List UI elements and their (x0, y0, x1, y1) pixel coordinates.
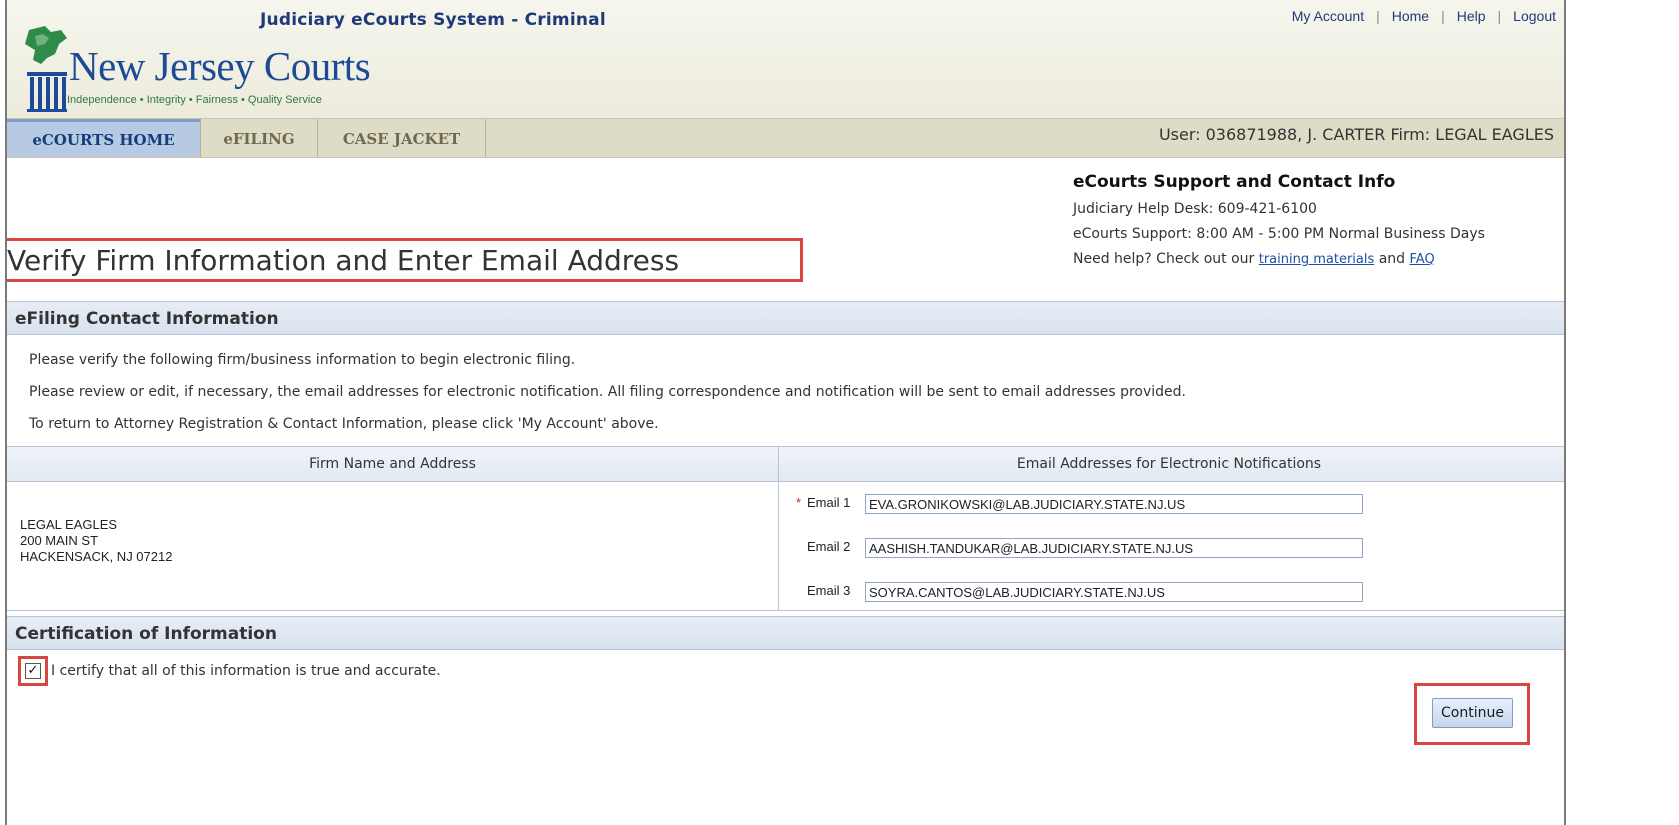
help-link[interactable]: Help (1457, 8, 1486, 24)
tab-ecourts-home[interactable]: eCOURTS HOME (7, 119, 201, 157)
column-header-firm: Firm Name and Address (309, 456, 476, 472)
instruction-line: Please verify the following firm/busines… (29, 352, 576, 368)
required-marker: * (795, 495, 801, 511)
certification-heading: Certification of Information (7, 616, 1564, 650)
help-line: Need help? Check out our training materi… (1073, 251, 1435, 267)
page-title: Verify Firm Information and Enter Email … (7, 238, 803, 282)
column-header-emails: Email Addresses for Electronic Notificat… (1016, 456, 1322, 472)
certify-checkbox[interactable]: ✓ (25, 663, 41, 679)
tab-case-jacket[interactable]: CASE JACKET (318, 119, 486, 157)
faq-link[interactable]: FAQ (1410, 252, 1435, 267)
email-2-input[interactable] (865, 538, 1363, 558)
training-materials-link[interactable]: training materials (1259, 252, 1375, 267)
firm-city-state-zip: HACKENSACK, NJ 07212 (20, 549, 173, 564)
certify-text: I certify that all of this information i… (51, 663, 441, 679)
table-header: Firm Name and Address Email Addresses fo… (7, 447, 1564, 482)
email-1-input[interactable] (865, 494, 1363, 514)
firm-address: LEGAL EAGLES 200 MAIN ST HACKENSACK, NJ … (20, 517, 172, 565)
system-title: Judiciary eCourts System - Criminal (260, 10, 606, 30)
certify-checkbox-highlight: ✓ (18, 656, 48, 686)
support-info: eCourts Support and Contact Info Judicia… (1073, 172, 1485, 267)
contact-section-heading: eFiling Contact Information (7, 301, 1564, 335)
continue-button[interactable]: Continue (1432, 698, 1513, 728)
logout-link[interactable]: Logout (1513, 8, 1556, 24)
column-divider (778, 447, 779, 610)
user-info: User: 036871988, J. CARTER Firm: LEGAL E… (1158, 125, 1554, 144)
page-frame: Judiciary eCourts System - Criminal My A… (5, 0, 1566, 825)
email-1-label: Email 1 (807, 495, 851, 511)
email-row-2: Email 2 (787, 538, 1363, 558)
email-3-label: Email 3 (807, 583, 851, 599)
firm-street: 200 MAIN ST (20, 533, 99, 548)
continue-button-highlight: Continue (1414, 683, 1530, 745)
instruction-line: Please review or edit, if necessary, the… (29, 384, 1187, 400)
home-link[interactable]: Home (1392, 8, 1429, 24)
main-nav: eCOURTS HOME eFILING CASE JACKET User: 0… (7, 118, 1564, 158)
my-account-link[interactable]: My Account (1292, 8, 1364, 24)
email-row-1: * Email 1 (787, 494, 1363, 514)
email-2-label: Email 2 (807, 539, 851, 555)
email-row-3: Email 3 (787, 582, 1363, 602)
logo-tagline: Independence • Integrity • Fairness • Qu… (67, 94, 322, 106)
firm-email-table: Firm Name and Address Email Addresses fo… (7, 446, 1564, 611)
help-desk-phone: Judiciary Help Desk: 609-421-6100 (1073, 201, 1317, 217)
email-3-input[interactable] (865, 582, 1363, 602)
firm-name: LEGAL EAGLES (20, 517, 118, 532)
support-hours: eCourts Support: 8:00 AM - 5:00 PM Norma… (1073, 226, 1485, 242)
logo-name: New Jersey Courts (69, 43, 371, 89)
nj-courts-logo-icon (15, 24, 71, 118)
instruction-line: To return to Attorney Registration & Con… (29, 416, 659, 432)
support-title: eCourts Support and Contact Info (1073, 172, 1396, 192)
tab-efiling[interactable]: eFILING (201, 119, 318, 157)
top-header: Judiciary eCourts System - Criminal My A… (7, 0, 1564, 118)
top-links: My Account | Home | Help | Logout (1291, 8, 1556, 24)
